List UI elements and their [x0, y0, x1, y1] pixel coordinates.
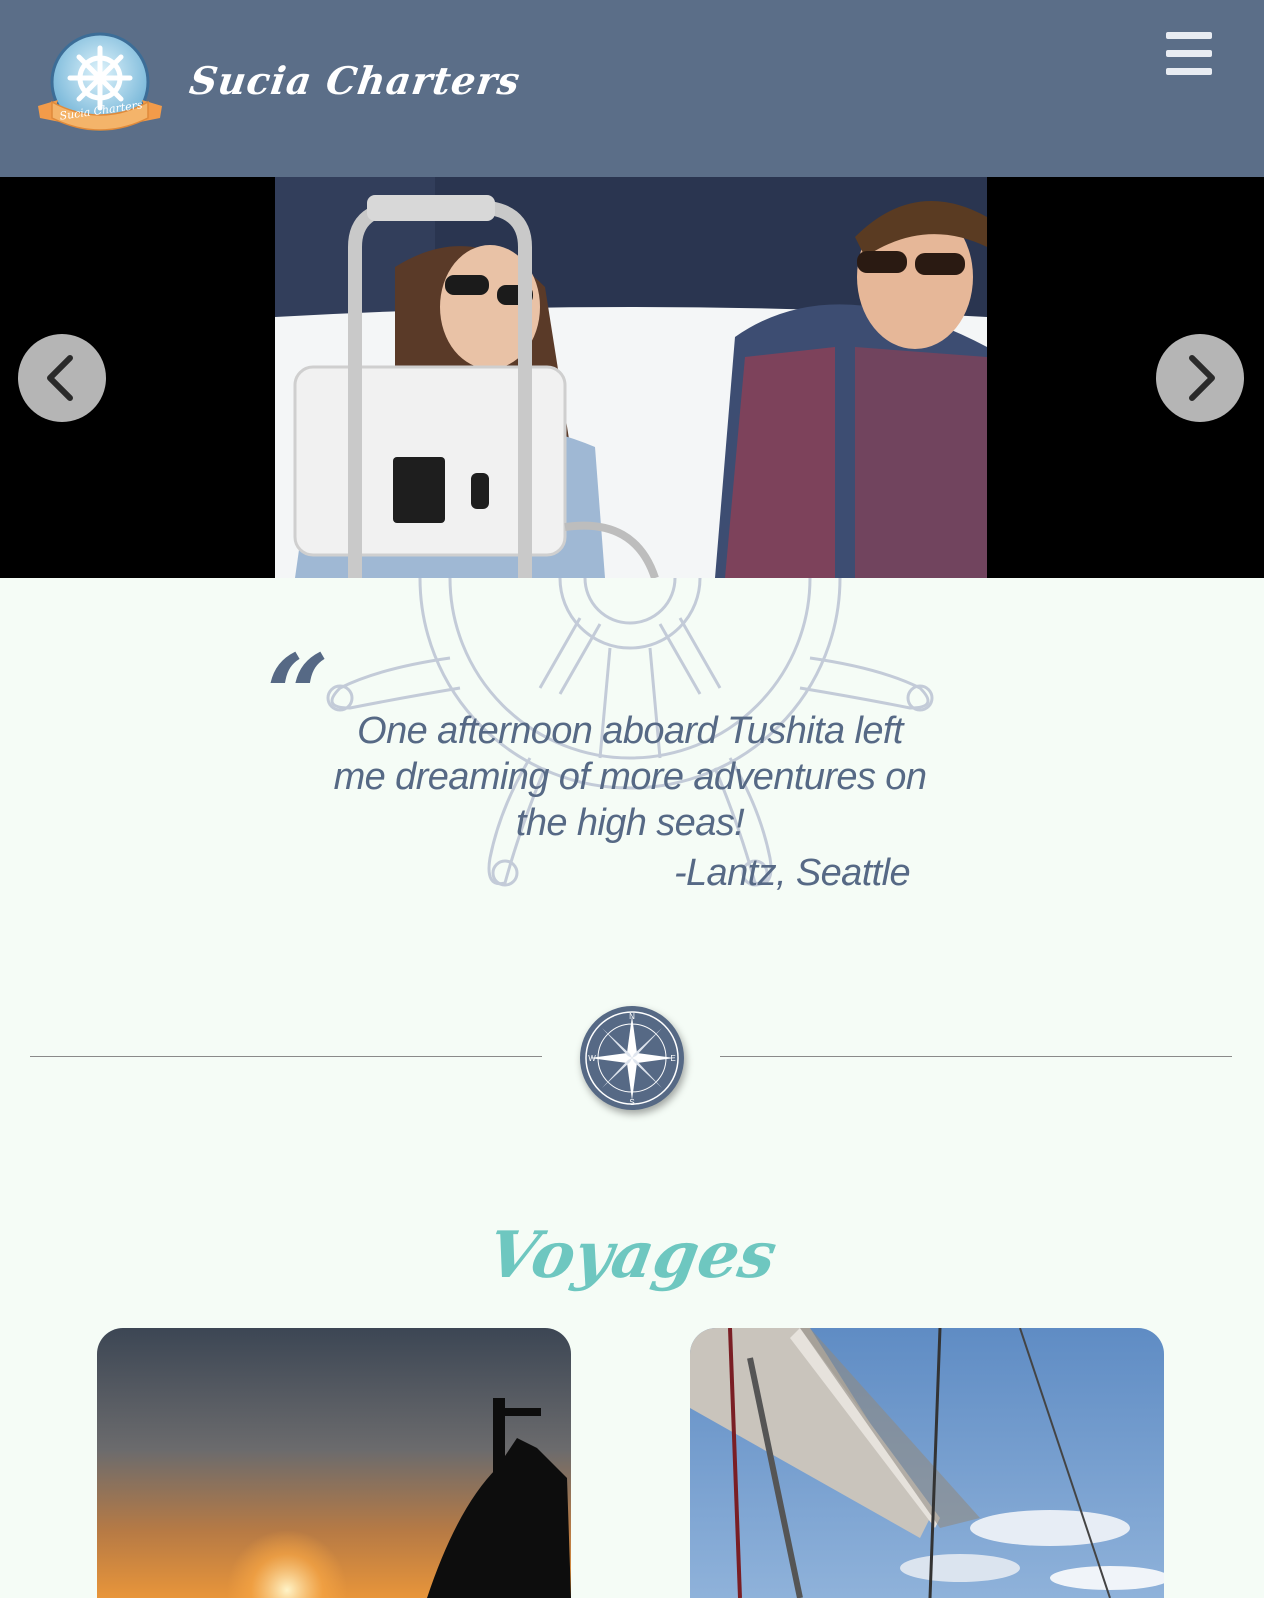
carousel-prev-button[interactable]: [18, 334, 106, 422]
compass-n: N: [629, 1012, 635, 1021]
testimonial-quote: One afternoon aboard Tushita left me dre…: [333, 710, 927, 844]
divider-line-right: [720, 1056, 1232, 1057]
divider-line-left: [30, 1056, 542, 1057]
carousel-next-button[interactable]: [1156, 334, 1244, 422]
voyage-card-image: [97, 1328, 571, 1598]
compass-w: W: [588, 1054, 596, 1063]
photo-carousel: [0, 177, 1264, 578]
carousel-slide-image: [275, 177, 987, 578]
logo[interactable]: Sucia Charters: [32, 32, 168, 136]
voyages-heading: Voyages: [482, 1218, 782, 1293]
site-header: Sucia Charters Sucia Charters: [0, 0, 1264, 177]
hamburger-menu-button[interactable]: [1166, 32, 1214, 76]
voyage-card-sailing[interactable]: [690, 1328, 1164, 1598]
menu-icon-bar: [1166, 50, 1212, 57]
chevron-left-icon: [47, 355, 73, 401]
brand-title[interactable]: Sucia Charters: [187, 58, 523, 103]
testimonial-author: -Lantz, Seattle: [673, 852, 911, 894]
quote-mark-icon: “: [266, 630, 330, 759]
voyage-card-sunset[interactable]: [97, 1328, 571, 1598]
menu-icon: [1166, 32, 1212, 39]
compass-e: E: [670, 1054, 675, 1063]
voyage-card-image: [690, 1328, 1164, 1598]
compass-icon: N E S W: [580, 1006, 684, 1110]
chevron-right-icon: [1189, 355, 1215, 401]
compass-s: S: [629, 1098, 634, 1107]
menu-icon-bar: [1166, 68, 1212, 75]
